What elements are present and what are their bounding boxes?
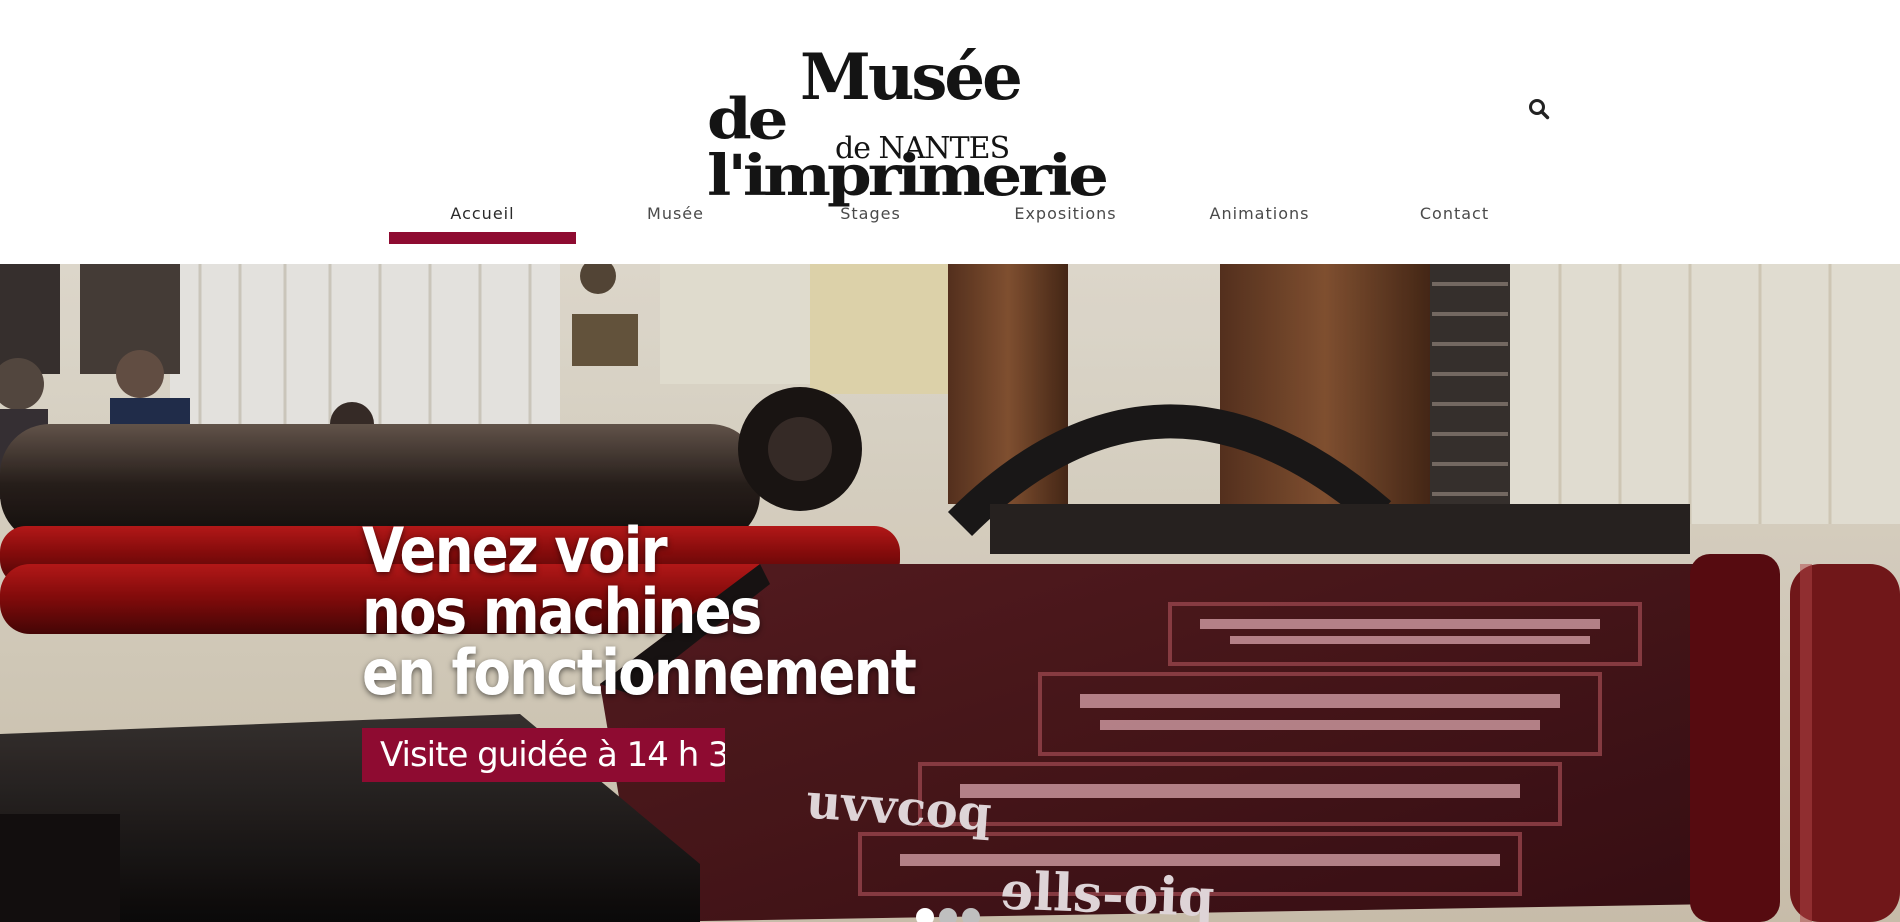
slider-dot-2[interactable] [939, 908, 957, 922]
nav-item-stages[interactable]: Stages [777, 196, 964, 246]
nav-item-musee[interactable]: Musée [582, 196, 769, 246]
hero-slider: uvvcoq ɘlls-oiq Venez voir nos machines … [0, 264, 1900, 922]
hero-title: Venez voir nos machines en fonctionnemen… [362, 514, 917, 709]
slider-dot-1[interactable] [916, 908, 934, 922]
logo-line-nantes: de NANTES [835, 131, 1010, 166]
guided-tour-badge[interactable]: Visite guidée à 14 h 30 [362, 728, 725, 782]
hero-title-line: nos machines [362, 575, 762, 648]
nav-active-indicator [389, 232, 576, 244]
nav-item-animations[interactable]: Animations [1166, 196, 1353, 246]
main-nav: Accueil Musée Stages Expositions Animati… [389, 196, 1549, 246]
site-logo[interactable]: Musée de l'imprimerie de NANTES [700, 44, 1160, 205]
search-icon [1529, 99, 1550, 120]
slider-pagination [916, 908, 986, 922]
nav-label: Accueil [450, 204, 515, 223]
nav-item-accueil[interactable]: Accueil [389, 196, 576, 246]
site-header: Musée de l'imprimerie de NANTES Accueil … [0, 0, 1900, 264]
nav-label: Animations [1209, 204, 1310, 223]
nav-label: Contact [1419, 204, 1490, 223]
nav-item-expositions[interactable]: Expositions [972, 196, 1159, 246]
nav-label: Musée [647, 204, 704, 223]
search-button[interactable] [1528, 98, 1554, 124]
nav-label: Stages [840, 204, 901, 223]
hero-image: uvvcoq ɘlls-oiq [0, 264, 1900, 922]
nav-item-contact[interactable]: Contact [1361, 196, 1548, 246]
slider-dot-3[interactable] [962, 908, 980, 922]
hero-title-line: Venez voir [362, 514, 668, 587]
nav-label: Expositions [1014, 204, 1117, 223]
hero-title-line: en fonctionnement [362, 636, 917, 709]
